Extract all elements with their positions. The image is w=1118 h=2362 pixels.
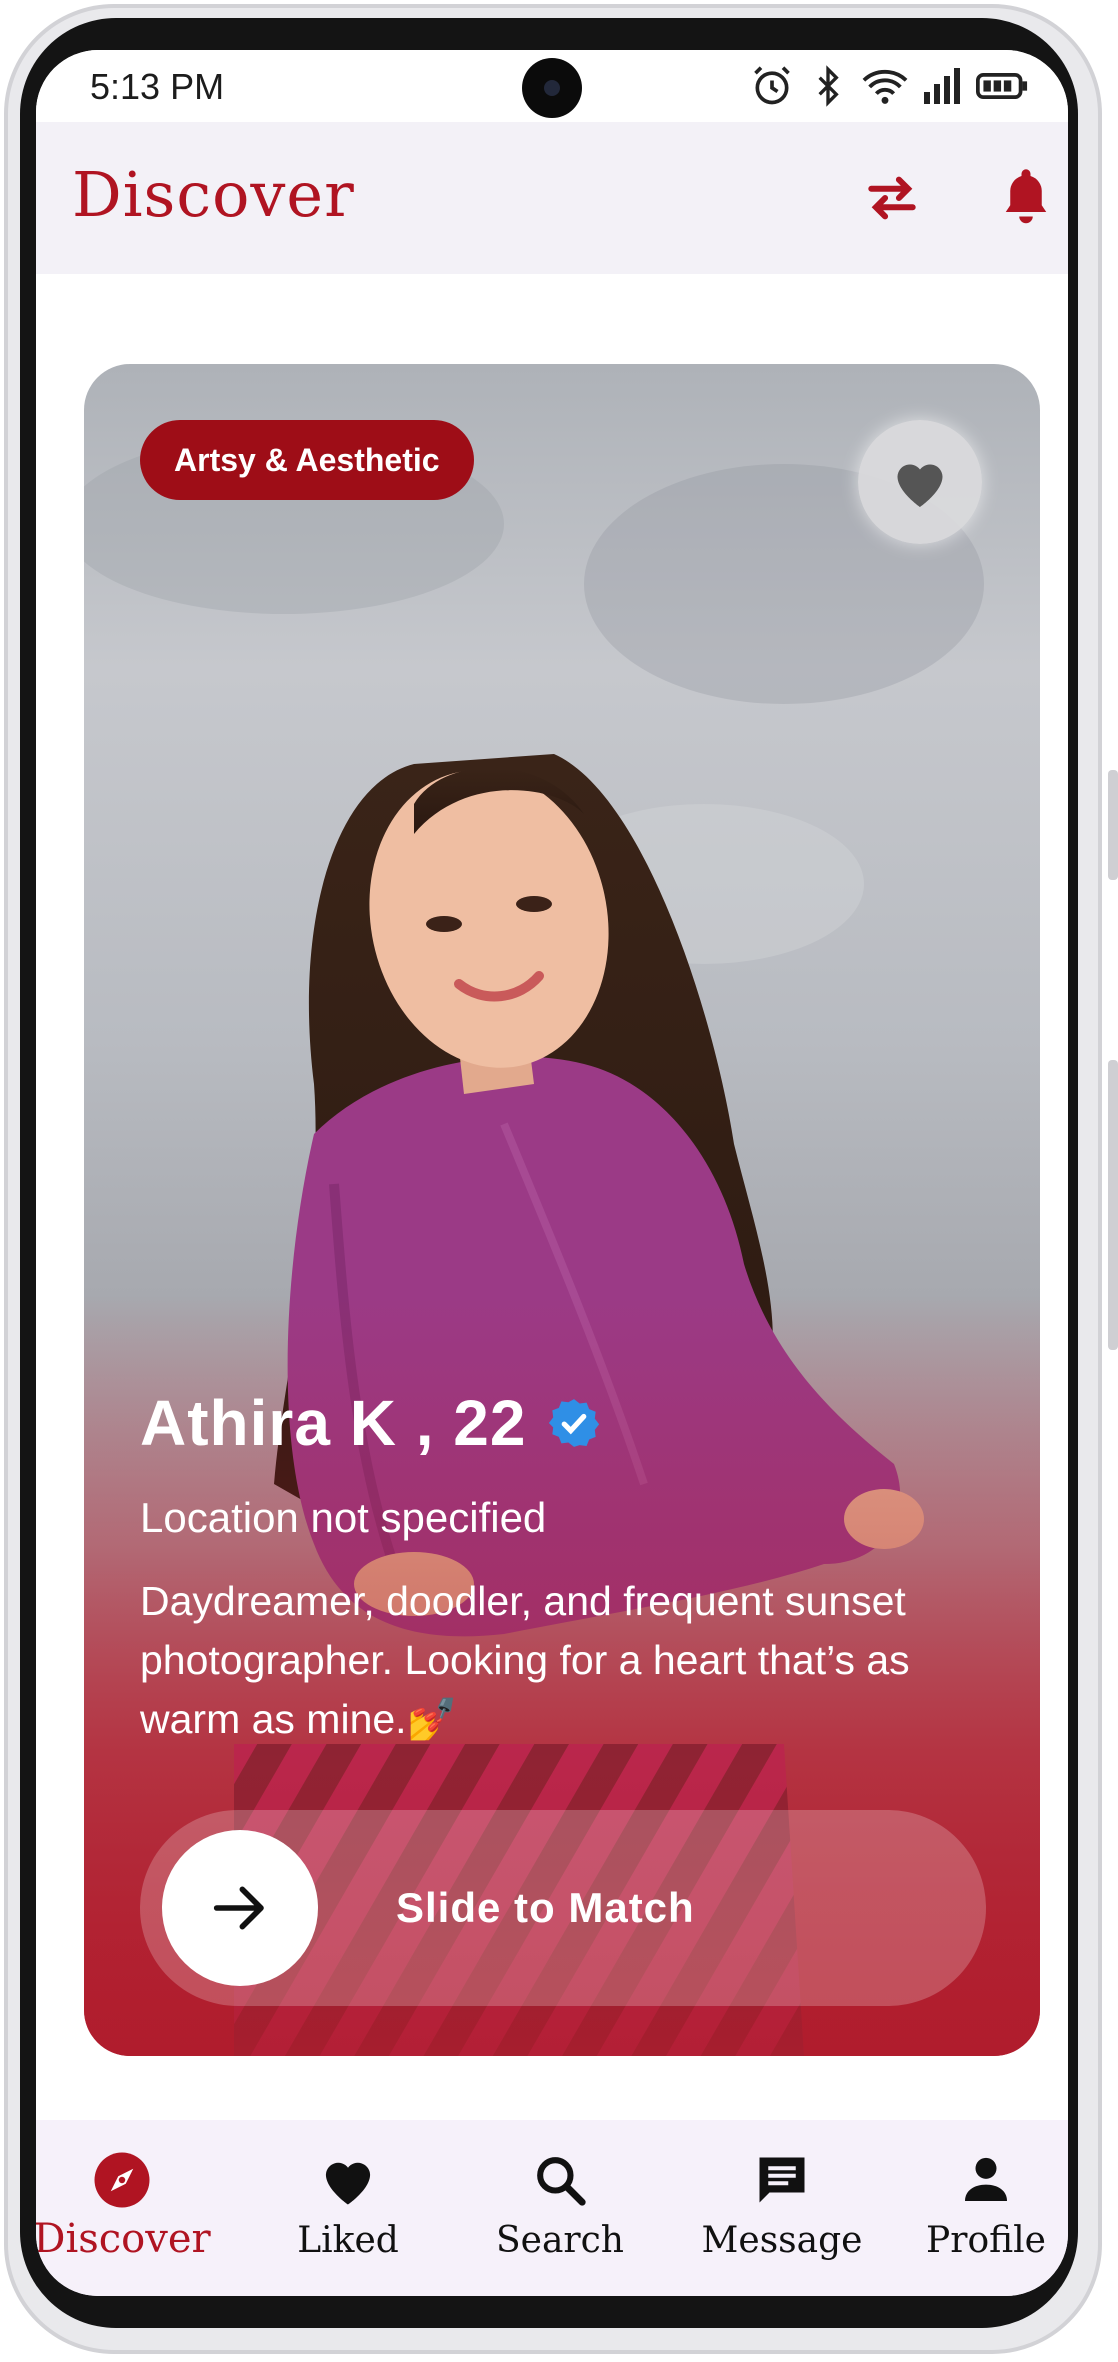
person-icon (965, 2157, 1007, 2201)
side-button-power (1108, 770, 1118, 880)
nav-label-discover: Discover (36, 2216, 211, 2262)
search-icon-wrap (528, 2148, 592, 2212)
bottom-nav: Discover Liked Search Message Profile (36, 2120, 1068, 2296)
heart-icon (897, 464, 943, 507)
verified-badge-icon (549, 1399, 600, 1447)
profile-location: Location not specified (140, 1494, 547, 1541)
person-icon-wrap (954, 2148, 1018, 2212)
signal-icon (924, 68, 960, 104)
heart-icon (325, 2162, 371, 2205)
notifications-button[interactable] (996, 162, 1056, 226)
swap-arrows-icon (868, 176, 916, 220)
status-icons (750, 64, 1028, 108)
nav-item-message[interactable]: Message (672, 2120, 892, 2296)
page-title: Discover (72, 158, 355, 231)
screen: 5:13 PM Discover Artsy & Aesthetic Athir… (36, 50, 1068, 2296)
profile-card[interactable]: Artsy & Aesthetic Athira K , 22 Location… (84, 364, 1040, 2056)
nav-item-liked[interactable]: Liked (248, 2120, 448, 2296)
wifi-icon (862, 70, 908, 104)
nav-item-profile[interactable]: Profile (916, 2120, 1056, 2296)
bluetooth-icon (818, 65, 839, 107)
battery-icon (976, 73, 1028, 99)
name-row: Athira K , 22 (140, 1386, 600, 1460)
nav-label-liked: Liked (297, 2220, 399, 2261)
top-app-bar: Discover (36, 122, 1068, 274)
nav-item-search[interactable]: Search (460, 2120, 660, 2296)
profile-bio: Daydreamer, doodler, and frequent sunset… (140, 1578, 910, 1742)
profile-photo (84, 364, 1040, 2056)
heart-icon-wrap (316, 2148, 380, 2212)
status-time: 5:13 PM (90, 66, 225, 107)
bell-icon (1005, 169, 1047, 224)
slide-to-match-slider[interactable]: Slide to Match (140, 1810, 986, 2006)
nav-label-search: Search (496, 2220, 624, 2261)
swap-button[interactable] (860, 170, 924, 226)
like-button[interactable] (858, 420, 982, 544)
interest-tag: Artsy & Aesthetic (140, 420, 474, 500)
profile-name: Athira K , 22 (140, 1387, 527, 1459)
compass-icon (94, 2152, 150, 2208)
side-button-volume (1108, 1060, 1118, 1350)
alarm-icon (754, 66, 790, 105)
slider-label: Slide to Match (396, 1884, 695, 1931)
message-icon-wrap (750, 2148, 814, 2212)
compass-icon-wrap (90, 2148, 154, 2212)
slider-knob[interactable] (162, 1830, 318, 1986)
arrow-right-icon (213, 1886, 264, 1930)
message-icon (759, 2157, 805, 2203)
search-icon (537, 2157, 586, 2206)
nav-item-discover[interactable]: Discover (36, 2120, 211, 2296)
nav-label-profile: Profile (926, 2220, 1046, 2261)
nav-label-message: Message (701, 2220, 863, 2261)
front-camera (522, 58, 582, 118)
status-bar: 5:13 PM (36, 50, 1068, 122)
